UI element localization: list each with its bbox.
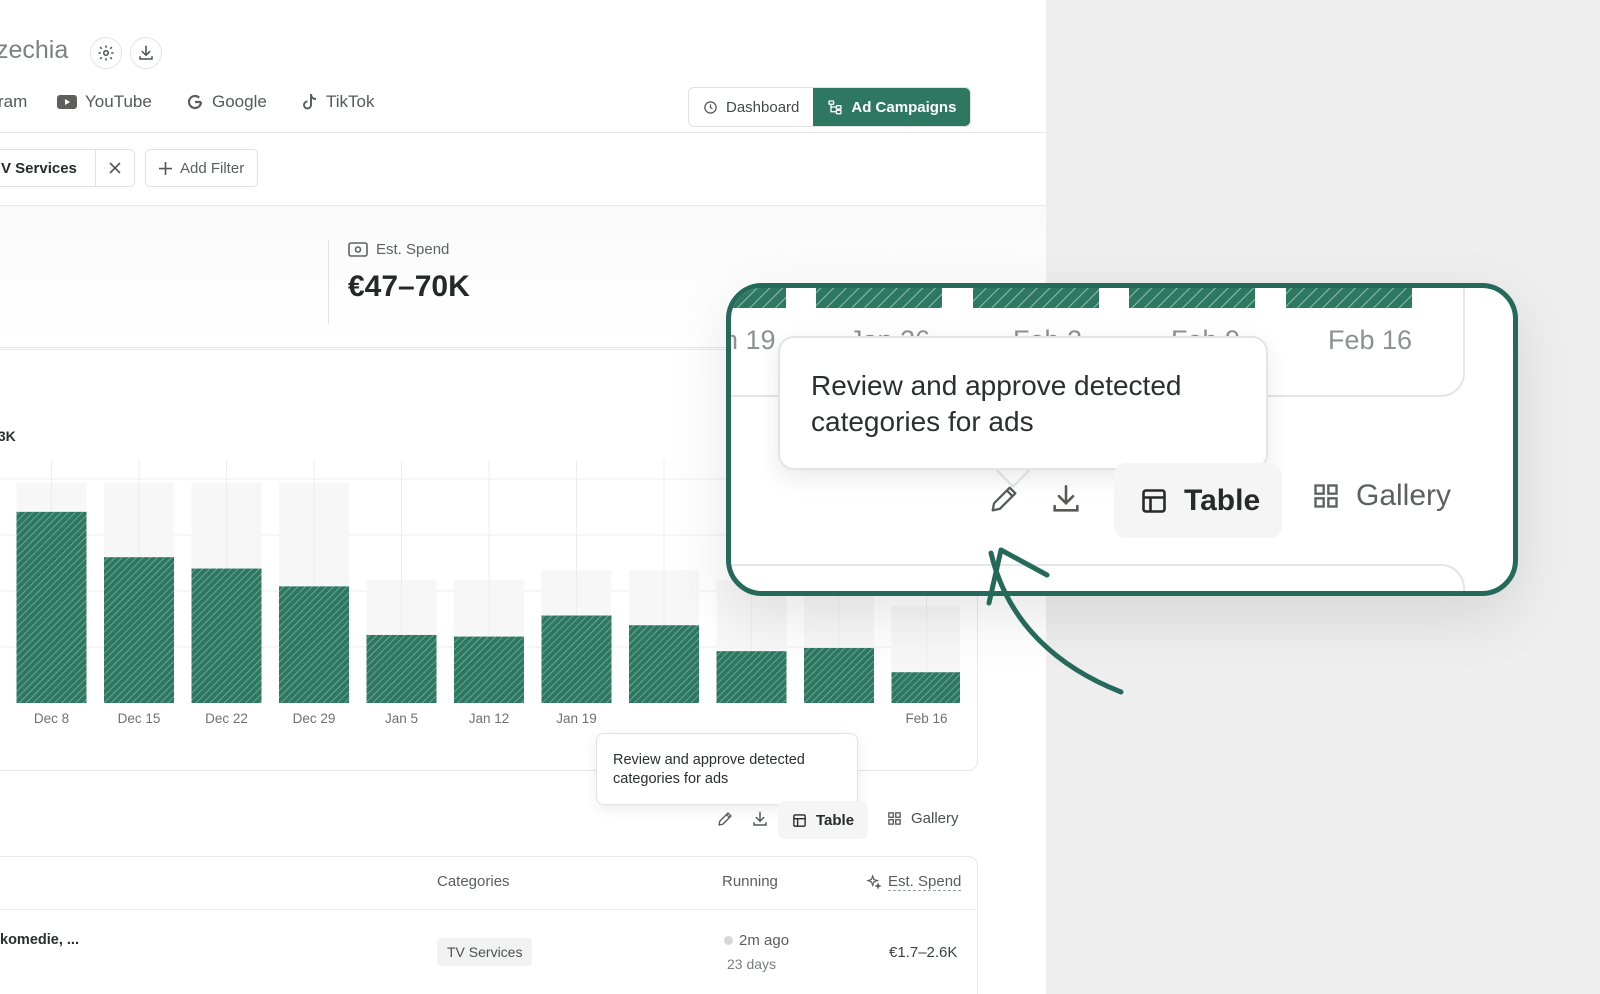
est-spend-value: €47–70K	[348, 270, 470, 303]
tooltip: Review and approve detected categories f…	[596, 733, 858, 805]
table-icon	[1142, 488, 1166, 513]
bar[interactable]	[454, 636, 524, 703]
x-tick-label: Dec 29	[293, 711, 336, 726]
zoom-edit-button[interactable]	[984, 479, 1024, 519]
page-title: zechia	[0, 36, 69, 64]
zoom-table-view-button[interactable]: Table	[1114, 463, 1282, 538]
x-tick-label: Jan 5	[385, 711, 418, 726]
bar[interactable]	[16, 511, 87, 703]
zoom-axis-label: Feb 16	[1328, 325, 1413, 355]
remove-filter-button[interactable]	[94, 150, 134, 186]
stat-divider	[328, 240, 329, 324]
nav-tiktok[interactable]: TikTok	[302, 92, 375, 112]
active-filter-chip[interactable]: V Services	[0, 149, 135, 187]
nav-youtube[interactable]: YouTube	[57, 92, 152, 112]
edit-button[interactable]	[714, 808, 736, 830]
running-duration: 23 days	[727, 956, 777, 972]
bar[interactable]	[716, 651, 787, 703]
bar[interactable]	[279, 586, 349, 703]
tiktok-icon	[303, 93, 317, 110]
settings-button[interactable]	[90, 37, 122, 69]
category-badge: TV Services	[437, 938, 533, 966]
bar[interactable]	[191, 568, 262, 703]
clock-icon	[704, 100, 717, 114]
grid-icon	[888, 812, 901, 825]
nav-google[interactable]: Google	[186, 92, 267, 112]
est-spend-label: Est. Spend	[348, 241, 449, 258]
ad-campaigns-tab[interactable]: Ad Campaigns	[813, 88, 971, 126]
bar[interactable]	[629, 625, 699, 703]
export-button[interactable]	[749, 808, 771, 830]
zoom-callout: n 19 Jan 26 Feb 2 Feb 9 Feb 16 Review an…	[726, 283, 1518, 596]
bar[interactable]	[366, 634, 437, 703]
bar[interactable]	[804, 647, 874, 703]
campaign-name: komedie, ...	[0, 932, 79, 948]
dashboard-tab[interactable]: Dashboard	[689, 88, 813, 126]
add-filter-button[interactable]: Add Filter	[145, 149, 259, 187]
divider	[0, 132, 1046, 133]
bar[interactable]	[541, 615, 612, 703]
gallery-view-button[interactable]: Gallery	[887, 810, 959, 827]
x-tick-label: Dec 15	[118, 711, 161, 726]
column-header-running[interactable]: Running	[722, 873, 778, 890]
x-tick-label: Jan 19	[556, 711, 597, 726]
close-icon	[109, 162, 121, 174]
zoom-export-button[interactable]	[1046, 479, 1086, 519]
zoom-tooltip: Review and approve detected categories f…	[778, 336, 1268, 470]
nav-instagram[interactable]: ram	[0, 92, 27, 112]
youtube-icon	[57, 95, 77, 109]
campaign-tree-icon	[828, 100, 843, 115]
x-tick-label: Feb 16	[905, 711, 947, 726]
zoom-axis-label: n 19	[726, 325, 776, 355]
y-max-label: .3K	[0, 428, 16, 444]
pencil-icon	[991, 486, 1017, 512]
zoom-gallery-view-button[interactable]: Gallery	[1312, 479, 1451, 513]
pencil-icon	[718, 812, 732, 826]
row-est-spend: €1.7–2.6K	[889, 944, 958, 961]
bar[interactable]	[891, 672, 961, 703]
download-icon	[753, 811, 767, 826]
table-view-button[interactable]: Table	[778, 801, 868, 839]
download-button[interactable]	[130, 37, 162, 69]
money-icon	[348, 242, 368, 257]
status-dot	[724, 936, 733, 945]
column-header-categories[interactable]: Categories	[437, 873, 510, 890]
x-tick-label: Jan 12	[469, 711, 510, 726]
row-divider	[0, 909, 976, 910]
table-icon	[793, 813, 806, 827]
running-status: 2m ago	[724, 932, 789, 949]
zoomed-table-card-edge	[731, 564, 1465, 591]
google-icon	[187, 94, 203, 110]
gear-icon	[98, 45, 114, 61]
plus-icon	[159, 161, 172, 175]
grid-icon	[1314, 484, 1338, 508]
column-header-est-spend[interactable]: Est. Spend	[866, 873, 962, 891]
view-toggle: Dashboard Ad Campaigns	[688, 87, 972, 127]
bar[interactable]	[104, 557, 174, 703]
x-tick-label: Dec 8	[34, 711, 69, 726]
download-icon	[139, 45, 153, 60]
download-icon	[1053, 484, 1079, 512]
x-tick-label: Dec 22	[205, 711, 248, 726]
sparkle-icon	[866, 874, 882, 890]
